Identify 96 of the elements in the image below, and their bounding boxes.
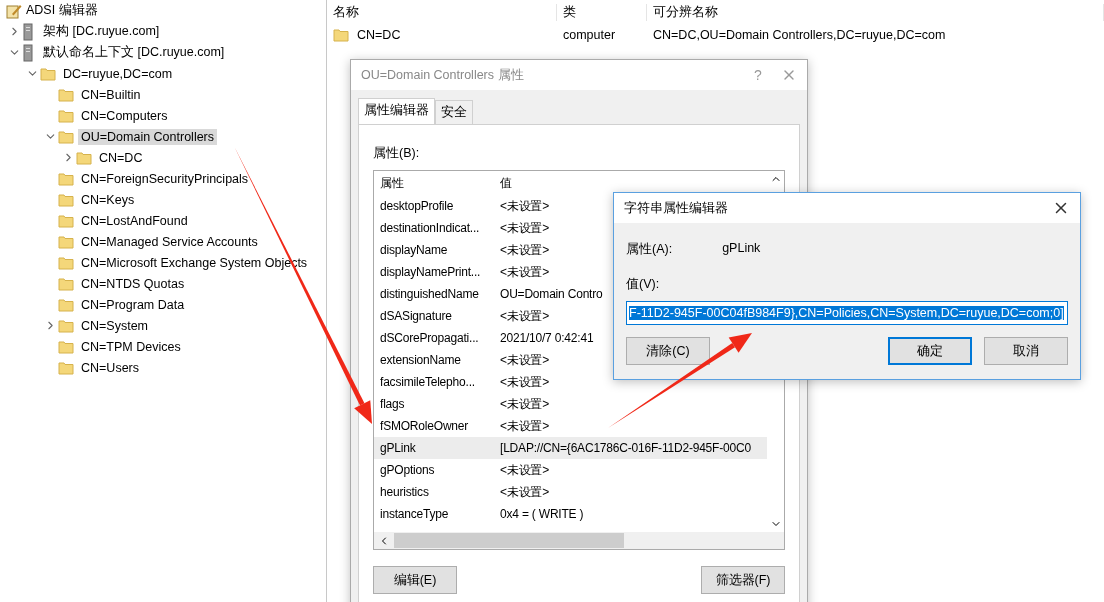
attribute-row[interactable]: instanceType 0x4 = ( WRITE ) [374, 503, 767, 525]
tab[interactable]: 安全 [435, 100, 473, 124]
table-cell: displayName [380, 243, 448, 257]
dialog-button[interactable]: 取消 [984, 337, 1068, 365]
window-title: OU=Domain Controllers 属性 [361, 66, 525, 84]
folder-icon [58, 108, 74, 123]
tree-item[interactable]: CN=ForeignSecurityPrincipals [78, 170, 252, 187]
table-cell: gPOptions [380, 463, 435, 477]
folder-icon [40, 66, 56, 81]
table-cell: 0x4 = ( WRITE ) [500, 507, 584, 521]
table-cell: flags [380, 397, 405, 411]
folder-icon [58, 171, 74, 186]
column-header[interactable]: 可分辨名称 [647, 3, 1104, 21]
tree-item[interactable]: 架构 [DC.ruyue.com] [40, 22, 163, 41]
tree-item[interactable]: CN=Computers [78, 107, 171, 124]
table-cell: gPLink [380, 441, 416, 455]
folder-icon [58, 255, 74, 270]
table-cell: destinationIndicat... [380, 221, 480, 235]
table-cell: <未设置> [500, 263, 550, 281]
table-cell: fSMORoleOwner [380, 419, 469, 433]
table-cell: distinguishedName [380, 287, 479, 301]
value-label: 值(V): [626, 276, 661, 293]
folder-icon [58, 213, 74, 228]
editor-icon [6, 2, 22, 19]
app-title: ADSI 编辑器 [26, 2, 98, 19]
attribute-row[interactable]: facsimileTelepho... <未设置> [374, 371, 767, 393]
folder-icon [58, 360, 74, 375]
tree-item[interactable]: CN=Users [78, 359, 142, 376]
table-cell-text: computer [562, 28, 617, 42]
tree-item[interactable]: CN=TPM Devices [78, 338, 184, 355]
attribute-label: 属性(A): [626, 241, 673, 258]
tree-item[interactable]: CN=LostAndFound [78, 212, 191, 229]
table-cell: <未设置> [500, 483, 550, 501]
tree-item[interactable]: CN=NTDS Quotas [78, 275, 188, 292]
attribute-row[interactable]: gPLink [LDAP://CN={6AC1786C-016F-11D2-945F-00C0 [374, 437, 767, 459]
column-header[interactable]: 值 [500, 174, 512, 192]
attribute-row[interactable]: heuristics <未设置> [374, 481, 767, 503]
table-cell: 2021/10/7 0:42:41 [500, 331, 594, 345]
attribute-row[interactable]: gPOptions <未设置> [374, 459, 767, 481]
table-cell: <未设置> [500, 351, 550, 369]
table-cell: OU=Domain Contro [500, 287, 603, 301]
table-cell: extensionName [380, 353, 461, 367]
tree-item[interactable]: CN=Keys [78, 191, 138, 208]
table-cell-text: CN=DC,OU=Domain Controllers,DC=ruyue,DC=com [652, 28, 947, 42]
tab[interactable]: 属性编辑器 [358, 98, 435, 124]
table-cell: dSASignature [380, 309, 452, 323]
folder-icon [58, 276, 74, 291]
table-cell: <未设置> [500, 219, 550, 237]
folder-icon [76, 150, 92, 165]
table-cell: <未设置> [500, 395, 550, 413]
table-cell: displayNamePrint... [380, 265, 481, 279]
dialog-button[interactable]: 编辑(E) [373, 566, 457, 594]
horizontal-scrollbar[interactable] [374, 532, 784, 549]
folder-icon [58, 318, 74, 333]
tree-item[interactable]: CN=Managed Service Accounts [78, 233, 261, 250]
table-cell: <未设置> [500, 461, 550, 479]
table-cell: heuristics [380, 485, 429, 499]
tree-item[interactable]: 默认命名上下文 [DC.ruyue.com] [40, 43, 228, 62]
dialog-button[interactable]: 清除(C) [626, 337, 710, 365]
column-header[interactable]: 属性 [380, 174, 404, 192]
folder-icon [58, 87, 74, 102]
table-cell: instanceType [380, 507, 449, 521]
attributes-label: 属性(B): [373, 145, 421, 162]
table-cell: desktopProfile [380, 199, 454, 213]
folder-icon [333, 28, 349, 42]
table-cell: <未设置> [500, 307, 550, 325]
tree-item[interactable]: OU=Domain Controllers [78, 128, 218, 145]
table-cell: <未设置> [500, 373, 550, 391]
window-title: 字符串属性编辑器 [624, 199, 729, 217]
dialog-button[interactable]: 确定 [888, 337, 972, 365]
folder-icon [58, 297, 74, 312]
dialog-button[interactable]: 筛选器(F) [701, 566, 785, 594]
column-header[interactable]: 类 [557, 3, 647, 21]
table-cell: CN=DC [357, 28, 401, 42]
value-field[interactable]: F-11D2-945F-00C04fB984F9},CN=Policies,CN=System,DC=ruyue,DC=com;0] [626, 301, 1068, 325]
tree-item[interactable]: CN=Builtin [78, 86, 144, 103]
attribute-row[interactable]: flags <未设置> [374, 393, 767, 415]
folder-icon [58, 234, 74, 249]
tree-item[interactable]: CN=System [78, 317, 152, 334]
table-cell: <未设置> [500, 241, 550, 259]
folder-icon [58, 192, 74, 207]
table-cell: dSCorePropagati... [380, 331, 479, 345]
tree-item[interactable]: DC=ruyue,DC=com [60, 65, 176, 82]
table-cell: <未设置> [500, 197, 550, 215]
table-cell: facsimileTelepho... [380, 375, 475, 389]
attribute-row[interactable]: fSMORoleOwner <未设置> [374, 415, 767, 437]
folder-icon [58, 339, 74, 354]
tree-item[interactable]: CN=DC [96, 149, 146, 166]
server-icon [22, 22, 34, 41]
attribute-value: gPLink [722, 241, 761, 257]
server-icon [22, 43, 34, 62]
folder-icon [58, 129, 74, 144]
tree-item[interactable]: CN=Program Data [78, 296, 188, 313]
table-cell: <未设置> [500, 417, 550, 435]
column-header[interactable]: 名称 [327, 3, 557, 21]
table-cell: [LDAP://CN={6AC1786C-016F-11D2-945F-00C0 [500, 441, 751, 455]
